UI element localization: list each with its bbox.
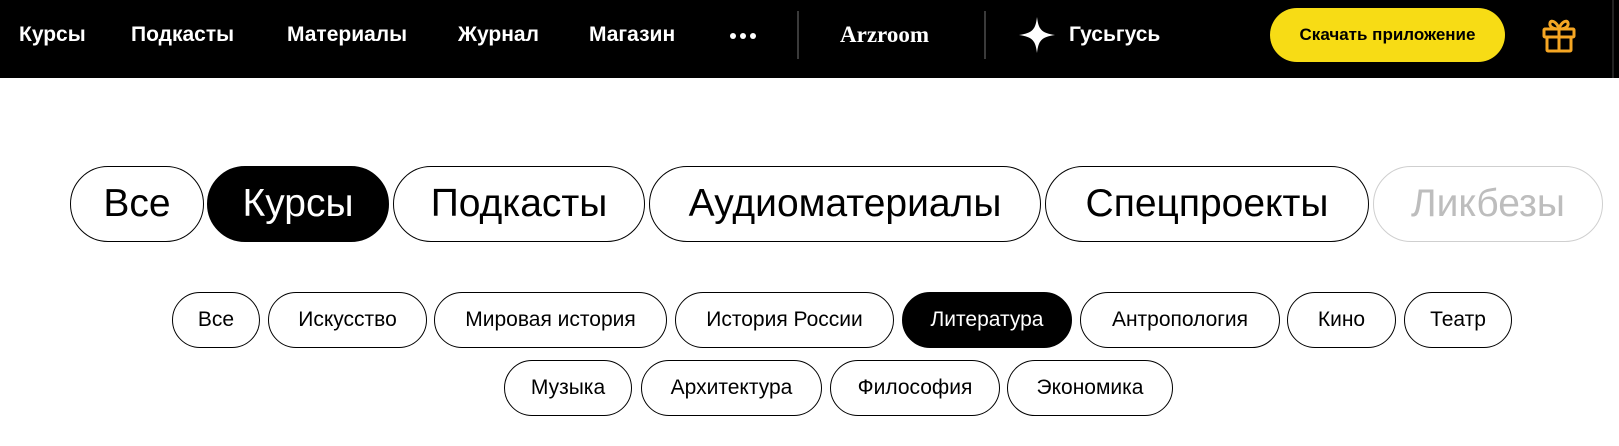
subject-literature[interactable]: Литература xyxy=(902,292,1072,348)
nav-link-materials[interactable]: Материалы xyxy=(287,0,407,70)
filter-podcasts[interactable]: Подкасты xyxy=(393,166,645,242)
nav-link-podcasts[interactable]: Подкасты xyxy=(131,0,234,70)
subject-world-history[interactable]: Мировая история xyxy=(434,292,667,348)
subject-architecture[interactable]: Архитектура xyxy=(641,360,822,416)
subject-cinema[interactable]: Кино xyxy=(1287,292,1396,348)
subject-economics[interactable]: Экономика xyxy=(1007,360,1173,416)
nav-link-courses[interactable]: Курсы xyxy=(19,0,86,70)
subject-russian-history[interactable]: История России xyxy=(675,292,894,348)
subject-all[interactable]: Все xyxy=(172,292,260,348)
subject-theatre[interactable]: Театр xyxy=(1404,292,1512,348)
filter-likbez[interactable]: Ликбезы xyxy=(1373,166,1603,242)
gusgus-logo[interactable]: Гусьгусь xyxy=(1017,14,1160,56)
subject-art[interactable]: Искусство xyxy=(268,292,427,348)
filter-special-projects[interactable]: Спецпроекты xyxy=(1045,166,1369,242)
filter-courses[interactable]: Курсы xyxy=(207,166,389,242)
nav-link-journal[interactable]: Журнал xyxy=(458,0,539,70)
nav-divider xyxy=(797,11,799,59)
gusgus-label: Гусьгусь xyxy=(1069,23,1161,46)
download-app-button[interactable]: Скачать приложение xyxy=(1270,8,1505,62)
gift-icon[interactable] xyxy=(1540,16,1578,54)
page-edge-divider xyxy=(1612,0,1614,78)
subject-philosophy[interactable]: Философия xyxy=(830,360,1000,416)
sparkle-star-icon xyxy=(1019,17,1055,53)
filter-audio-materials[interactable]: Аудиоматериалы xyxy=(649,166,1041,242)
subject-anthropology[interactable]: Антропология xyxy=(1080,292,1280,348)
subject-music[interactable]: Музыка xyxy=(504,360,632,416)
top-navigation-bar: Курсы Подкасты Материалы Журнал Магазин … xyxy=(0,0,1619,78)
filter-all[interactable]: Все xyxy=(70,166,204,242)
nav-divider xyxy=(984,11,986,59)
arzroom-logo[interactable]: Arzroom xyxy=(840,0,929,70)
more-dots-icon[interactable] xyxy=(730,32,756,40)
nav-link-shop[interactable]: Магазин xyxy=(589,0,675,70)
